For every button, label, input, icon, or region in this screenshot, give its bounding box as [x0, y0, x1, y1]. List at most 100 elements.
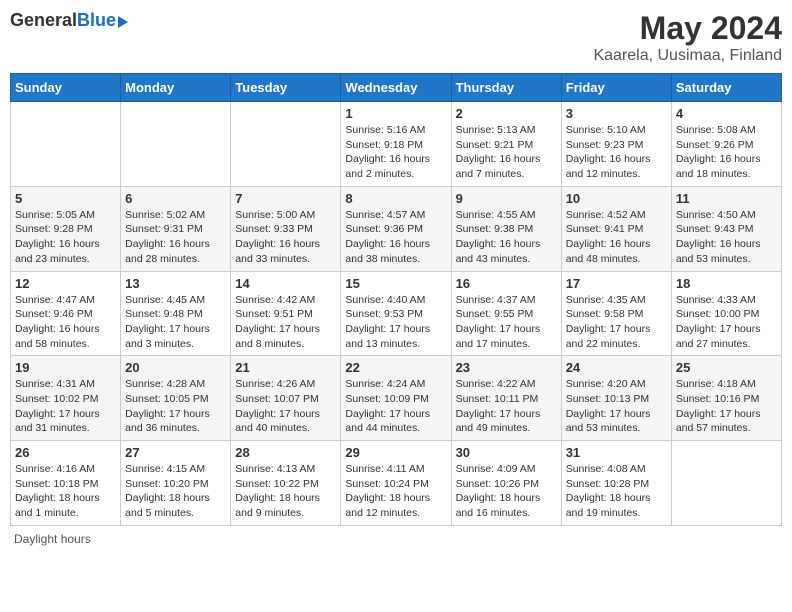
calendar-cell: 20 Sunrise: 4:28 AM Sunset: 10:05 PM Dayl…	[121, 356, 231, 441]
day-number: 22	[345, 360, 446, 375]
calendar-cell: 9Sunrise: 4:55 AM Sunset: 9:38 PM Daylig…	[451, 186, 561, 271]
calendar-cell: 3 Sunrise: 5:10 AM Sunset: 9:23 PM Daylig…	[561, 102, 671, 187]
day-number: 3	[566, 106, 667, 121]
day-of-week-header: Tuesday	[231, 74, 341, 102]
calendar-cell: 28Sunrise: 4:13 AM Sunset: 10:22 PM Dayl…	[231, 441, 341, 526]
calendar-cell: 25Sunrise: 4:18 AM Sunset: 10:16 PM Dayl…	[671, 356, 781, 441]
day-number: 5	[15, 191, 116, 206]
day-number: 20	[125, 360, 226, 375]
day-info: Sunrise: 4:42 AM Sunset: 9:51 PM Dayligh…	[235, 293, 336, 352]
page-subtitle: Kaarela, Uusimaa, Finland	[593, 47, 782, 65]
day-number: 13	[125, 276, 226, 291]
day-info: Sunrise: 4:45 AM Sunset: 9:48 PM Dayligh…	[125, 293, 226, 352]
day-number: 7	[235, 191, 336, 206]
day-number: 4	[676, 106, 777, 121]
day-info: Sunrise: 4:57 AM Sunset: 9:36 PM Dayligh…	[345, 208, 446, 267]
days-of-week-row: SundayMondayTuesdayWednesdayThursdayFrid…	[11, 74, 782, 102]
daylight-hours-label: Daylight hours	[14, 532, 91, 546]
calendar-cell: 24Sunrise: 4:20 AM Sunset: 10:13 PM Dayl…	[561, 356, 671, 441]
calendar-cell: 18 Sunrise: 4:33 AM Sunset: 10:00 PM Dayl…	[671, 271, 781, 356]
calendar-week-row: 19Sunrise: 4:31 AM Sunset: 10:02 PM Dayl…	[11, 356, 782, 441]
footer: Daylight hours	[10, 532, 782, 546]
day-info: Sunrise: 4:15 AM Sunset: 10:20 PM Daylig…	[125, 462, 226, 521]
day-info: Sunrise: 4:50 AM Sunset: 9:43 PM Dayligh…	[676, 208, 777, 267]
calendar-cell: 7Sunrise: 5:00 AM Sunset: 9:33 PM Daylig…	[231, 186, 341, 271]
calendar-cell: 8 Sunrise: 4:57 AM Sunset: 9:36 PM Daylig…	[341, 186, 451, 271]
calendar-cell: 31Sunrise: 4:08 AM Sunset: 10:28 PM Dayl…	[561, 441, 671, 526]
calendar-cell: 16 Sunrise: 4:37 AM Sunset: 9:55 PM Dayli…	[451, 271, 561, 356]
calendar-cell: 15 Sunrise: 4:40 AM Sunset: 9:53 PM Dayli…	[341, 271, 451, 356]
calendar-cell	[671, 441, 781, 526]
calendar-cell: 12 Sunrise: 4:47 AM Sunset: 9:46 PM Dayli…	[11, 271, 121, 356]
day-number: 9	[456, 191, 557, 206]
calendar-week-row: 1Sunrise: 5:16 AM Sunset: 9:18 PM Daylig…	[11, 102, 782, 187]
calendar-cell: 22 Sunrise: 4:24 AM Sunset: 10:09 PM Dayl…	[341, 356, 451, 441]
day-number: 23	[456, 360, 557, 375]
calendar-week-row: 12 Sunrise: 4:47 AM Sunset: 9:46 PM Dayli…	[11, 271, 782, 356]
day-info: Sunrise: 4:52 AM Sunset: 9:41 PM Dayligh…	[566, 208, 667, 267]
day-of-week-header: Wednesday	[341, 74, 451, 102]
day-number: 16	[456, 276, 557, 291]
calendar-cell: 6 Sunrise: 5:02 AM Sunset: 9:31 PM Daylig…	[121, 186, 231, 271]
day-info: Sunrise: 4:28 AM Sunset: 10:05 PM Daylig…	[125, 377, 226, 436]
day-number: 30	[456, 445, 557, 460]
calendar-cell: 10 Sunrise: 4:52 AM Sunset: 9:41 PM Dayli…	[561, 186, 671, 271]
calendar-cell: 4 Sunrise: 5:08 AM Sunset: 9:26 PM Daylig…	[671, 102, 781, 187]
calendar-cell: 26Sunrise: 4:16 AM Sunset: 10:18 PM Dayl…	[11, 441, 121, 526]
calendar-cell: 2Sunrise: 5:13 AM Sunset: 9:21 PM Daylig…	[451, 102, 561, 187]
calendar-week-row: 26Sunrise: 4:16 AM Sunset: 10:18 PM Dayl…	[11, 441, 782, 526]
day-number: 15	[345, 276, 446, 291]
calendar-cell: 14 Sunrise: 4:42 AM Sunset: 9:51 PM Dayli…	[231, 271, 341, 356]
day-number: 31	[566, 445, 667, 460]
calendar-header: SundayMondayTuesdayWednesdayThursdayFrid…	[11, 74, 782, 102]
day-info: Sunrise: 5:10 AM Sunset: 9:23 PM Dayligh…	[566, 123, 667, 182]
page-title: May 2024	[593, 10, 782, 47]
day-of-week-header: Monday	[121, 74, 231, 102]
day-number: 11	[676, 191, 777, 206]
day-info: Sunrise: 4:40 AM Sunset: 9:53 PM Dayligh…	[345, 293, 446, 352]
day-info: Sunrise: 4:47 AM Sunset: 9:46 PM Dayligh…	[15, 293, 116, 352]
calendar-week-row: 5 Sunrise: 5:05 AM Sunset: 9:28 PM Daylig…	[11, 186, 782, 271]
day-info: Sunrise: 4:35 AM Sunset: 9:58 PM Dayligh…	[566, 293, 667, 352]
calendar-cell: 19Sunrise: 4:31 AM Sunset: 10:02 PM Dayl…	[11, 356, 121, 441]
day-info: Sunrise: 4:16 AM Sunset: 10:18 PM Daylig…	[15, 462, 116, 521]
day-number: 18	[676, 276, 777, 291]
day-number: 12	[15, 276, 116, 291]
day-info: Sunrise: 5:08 AM Sunset: 9:26 PM Dayligh…	[676, 123, 777, 182]
calendar-cell: 21Sunrise: 4:26 AM Sunset: 10:07 PM Dayl…	[231, 356, 341, 441]
day-info: Sunrise: 4:20 AM Sunset: 10:13 PM Daylig…	[566, 377, 667, 436]
day-info: Sunrise: 4:24 AM Sunset: 10:09 PM Daylig…	[345, 377, 446, 436]
calendar-cell: 29Sunrise: 4:11 AM Sunset: 10:24 PM Dayl…	[341, 441, 451, 526]
day-number: 14	[235, 276, 336, 291]
day-number: 25	[676, 360, 777, 375]
calendar-cell: 27 Sunrise: 4:15 AM Sunset: 10:20 PM Dayl…	[121, 441, 231, 526]
day-number: 6	[125, 191, 226, 206]
day-info: Sunrise: 4:22 AM Sunset: 10:11 PM Daylig…	[456, 377, 557, 436]
day-info: Sunrise: 5:02 AM Sunset: 9:31 PM Dayligh…	[125, 208, 226, 267]
day-info: Sunrise: 4:09 AM Sunset: 10:26 PM Daylig…	[456, 462, 557, 521]
day-number: 27	[125, 445, 226, 460]
calendar-cell: 1Sunrise: 5:16 AM Sunset: 9:18 PM Daylig…	[341, 102, 451, 187]
calendar-cell	[11, 102, 121, 187]
day-info: Sunrise: 4:33 AM Sunset: 10:00 PM Daylig…	[676, 293, 777, 352]
day-info: Sunrise: 5:05 AM Sunset: 9:28 PM Dayligh…	[15, 208, 116, 267]
calendar-cell: 11 Sunrise: 4:50 AM Sunset: 9:43 PM Dayli…	[671, 186, 781, 271]
calendar-table: SundayMondayTuesdayWednesdayThursdayFrid…	[10, 73, 782, 526]
day-of-week-header: Sunday	[11, 74, 121, 102]
logo-arrow-icon	[118, 16, 128, 28]
day-number: 29	[345, 445, 446, 460]
logo: General Blue	[10, 10, 128, 31]
day-number: 8	[345, 191, 446, 206]
calendar-cell: 5 Sunrise: 5:05 AM Sunset: 9:28 PM Daylig…	[11, 186, 121, 271]
day-number: 2	[456, 106, 557, 121]
calendar-cell: 17Sunrise: 4:35 AM Sunset: 9:58 PM Dayli…	[561, 271, 671, 356]
day-info: Sunrise: 4:31 AM Sunset: 10:02 PM Daylig…	[15, 377, 116, 436]
day-of-week-header: Thursday	[451, 74, 561, 102]
day-of-week-header: Saturday	[671, 74, 781, 102]
day-info: Sunrise: 4:37 AM Sunset: 9:55 PM Dayligh…	[456, 293, 557, 352]
calendar-cell: 30 Sunrise: 4:09 AM Sunset: 10:26 PM Dayl…	[451, 441, 561, 526]
page-header: General Blue May 2024 Kaarela, Uusimaa, …	[10, 10, 782, 65]
calendar-cell: 23 Sunrise: 4:22 AM Sunset: 10:11 PM Dayl…	[451, 356, 561, 441]
day-number: 10	[566, 191, 667, 206]
day-number: 1	[345, 106, 446, 121]
